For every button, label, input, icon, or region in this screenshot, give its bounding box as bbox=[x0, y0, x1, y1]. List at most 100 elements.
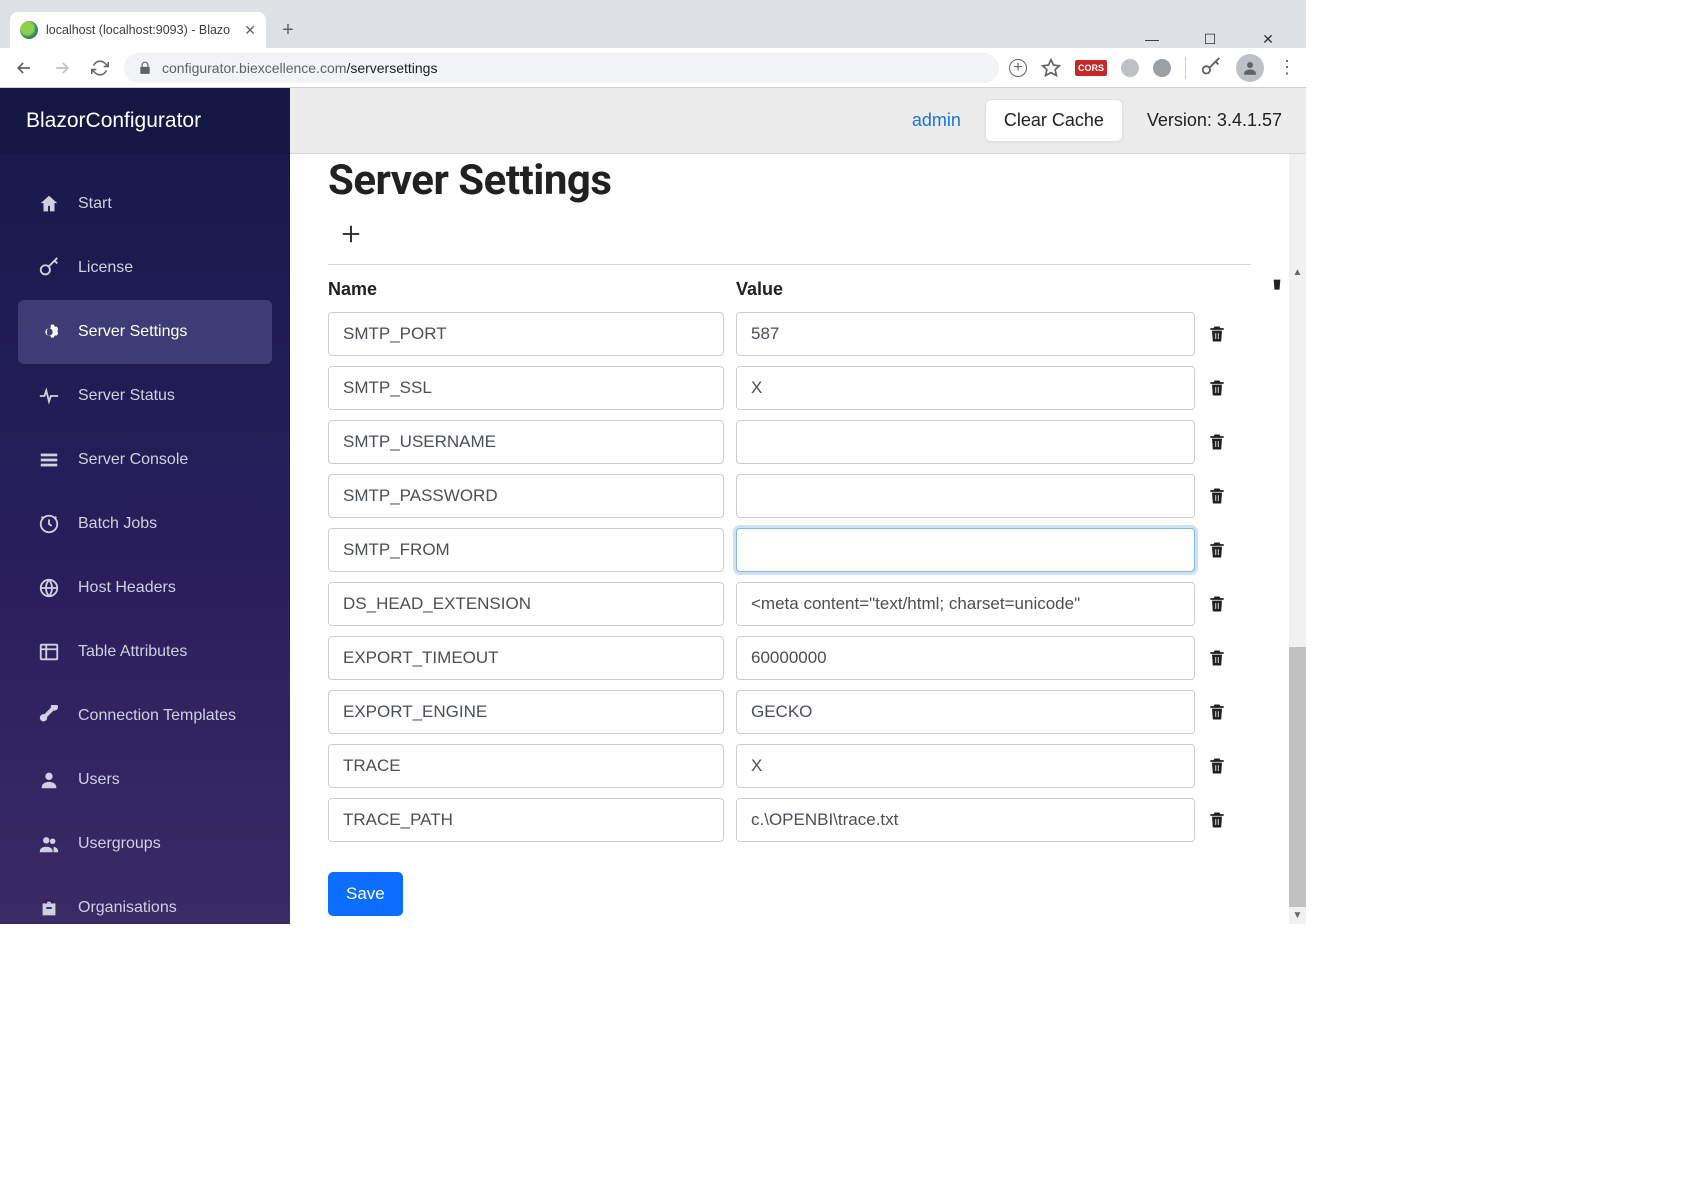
page-title: Server Settings bbox=[328, 156, 1251, 205]
brand-title[interactable]: BlazorConfigurator bbox=[0, 88, 290, 154]
setting-name-input[interactable] bbox=[328, 366, 724, 410]
setting-value-input[interactable] bbox=[736, 474, 1195, 518]
extension-cors-icon[interactable]: CORS bbox=[1075, 60, 1107, 76]
reload-button[interactable] bbox=[86, 54, 114, 82]
setting-value-input[interactable] bbox=[736, 582, 1195, 626]
sidebar-item-label: Table Attributes bbox=[78, 643, 187, 661]
trash-icon[interactable] bbox=[1267, 276, 1287, 290]
delete-row-button[interactable] bbox=[1207, 647, 1251, 669]
sidebar-item-label: Server Settings bbox=[78, 323, 187, 341]
delete-row-button[interactable] bbox=[1207, 485, 1251, 507]
setting-name-input[interactable] bbox=[328, 528, 724, 572]
table-row bbox=[328, 690, 1251, 734]
license-icon bbox=[38, 257, 60, 279]
table-row bbox=[328, 798, 1251, 842]
sidebar-item-server-settings[interactable]: Server Settings bbox=[18, 300, 272, 364]
sidebar-item-label: Batch Jobs bbox=[78, 515, 157, 533]
sidebar-item-table-attributes[interactable]: Table Attributes bbox=[18, 620, 272, 684]
sidebar-item-license[interactable]: License bbox=[18, 236, 272, 300]
organisations-icon bbox=[38, 897, 60, 919]
sidebar-item-label: Host Headers bbox=[78, 579, 176, 597]
sidebar-item-usergroups[interactable]: Usergroups bbox=[18, 812, 272, 876]
sidebar-item-label: Users bbox=[78, 771, 120, 789]
toolbar-right: + CORS ⋮ bbox=[1009, 54, 1296, 82]
key-icon[interactable] bbox=[1200, 57, 1222, 79]
users-icon bbox=[38, 769, 60, 791]
new-tab-button[interactable]: + bbox=[274, 16, 302, 44]
window-controls: — ☐ ✕ bbox=[1132, 23, 1306, 48]
forward-button[interactable] bbox=[48, 54, 76, 82]
setting-value-input[interactable] bbox=[736, 798, 1195, 842]
extension-icon-1[interactable] bbox=[1121, 59, 1139, 77]
setting-name-input[interactable] bbox=[328, 312, 724, 356]
extension-icon-2[interactable] bbox=[1153, 59, 1171, 77]
setting-name-input[interactable] bbox=[328, 744, 724, 788]
zoom-plus-icon[interactable]: + bbox=[1009, 59, 1027, 77]
browser-titlebar: localhost (localhost:9093) - Blazo ✕ + —… bbox=[0, 0, 1306, 48]
minimize-icon[interactable]: — bbox=[1132, 31, 1172, 47]
setting-value-input[interactable] bbox=[736, 366, 1195, 410]
save-button[interactable]: Save bbox=[328, 872, 403, 916]
sidebar-item-host-headers[interactable]: Host Headers bbox=[18, 556, 272, 620]
delete-row-button[interactable] bbox=[1207, 755, 1251, 777]
maximize-icon[interactable]: ☐ bbox=[1190, 31, 1230, 48]
setting-name-input[interactable] bbox=[328, 420, 724, 464]
sidebar-item-batch-jobs[interactable]: Batch Jobs bbox=[18, 492, 272, 556]
server-settings-icon bbox=[38, 321, 60, 343]
scroll-down-icon[interactable]: ▼ bbox=[1289, 907, 1306, 924]
favicon-icon bbox=[20, 21, 38, 39]
sidebar-item-server-status[interactable]: Server Status bbox=[18, 364, 272, 428]
add-button[interactable] bbox=[340, 223, 362, 245]
table-row bbox=[328, 474, 1251, 518]
setting-value-input[interactable] bbox=[736, 690, 1195, 734]
profile-avatar-icon[interactable] bbox=[1236, 54, 1264, 82]
browser-tab[interactable]: localhost (localhost:9093) - Blazo ✕ bbox=[10, 12, 266, 48]
tab-close-icon[interactable]: ✕ bbox=[244, 22, 256, 39]
sidebar-item-start[interactable]: Start bbox=[18, 172, 272, 236]
setting-value-input[interactable] bbox=[736, 420, 1195, 464]
table-row bbox=[328, 582, 1251, 626]
sidebar-item-server-console[interactable]: Server Console bbox=[18, 428, 272, 492]
delete-row-button[interactable] bbox=[1207, 377, 1251, 399]
topbar: admin Clear Cache Version: 3.4.1.57 bbox=[290, 88, 1306, 154]
usergroups-icon bbox=[38, 833, 60, 855]
table-row bbox=[328, 366, 1251, 410]
setting-value-input[interactable] bbox=[736, 636, 1195, 680]
sidebar-item-label: Usergroups bbox=[78, 835, 161, 853]
setting-value-input[interactable] bbox=[736, 312, 1195, 356]
kebab-menu-icon[interactable]: ⋮ bbox=[1278, 57, 1296, 78]
setting-name-input[interactable] bbox=[328, 582, 724, 626]
delete-row-button[interactable] bbox=[1207, 809, 1251, 831]
delete-row-button[interactable] bbox=[1207, 701, 1251, 723]
address-bar[interactable]: configurator.biexcellence.com/serversett… bbox=[124, 53, 999, 83]
delete-row-button[interactable] bbox=[1207, 539, 1251, 561]
delete-row-button[interactable] bbox=[1207, 323, 1251, 345]
star-icon[interactable] bbox=[1041, 58, 1061, 78]
url-host: configurator.biexcellence.com/serversett… bbox=[162, 60, 437, 76]
table-attributes-icon bbox=[38, 641, 60, 663]
setting-name-input[interactable] bbox=[328, 636, 724, 680]
setting-name-input[interactable] bbox=[328, 474, 724, 518]
sidebar-item-organisations[interactable]: Organisations bbox=[18, 876, 272, 924]
admin-link[interactable]: admin bbox=[912, 110, 961, 131]
delete-row-button[interactable] bbox=[1207, 431, 1251, 453]
table-row bbox=[328, 744, 1251, 788]
content-area: Server Settings Name Value bbox=[290, 154, 1289, 924]
setting-name-input[interactable] bbox=[328, 690, 724, 734]
column-value-header: Value bbox=[736, 279, 1195, 300]
sidebar-item-label: Organisations bbox=[78, 899, 177, 917]
sidebar-item-users[interactable]: Users bbox=[18, 748, 272, 812]
close-window-icon[interactable]: ✕ bbox=[1248, 31, 1288, 48]
sidebar-item-label: License bbox=[78, 259, 133, 277]
server-console-icon bbox=[38, 449, 60, 471]
content-scrollbar[interactable]: ▲ ▼ bbox=[1289, 154, 1306, 924]
back-button[interactable] bbox=[10, 54, 38, 82]
sidebar-item-connection-templates[interactable]: Connection Templates bbox=[18, 684, 272, 748]
clear-cache-button[interactable]: Clear Cache bbox=[985, 99, 1123, 142]
setting-name-input[interactable] bbox=[328, 798, 724, 842]
version-label: Version: 3.4.1.57 bbox=[1147, 110, 1282, 131]
toolbar-divider bbox=[1185, 57, 1186, 79]
setting-value-input[interactable] bbox=[736, 528, 1195, 572]
delete-row-button[interactable] bbox=[1207, 593, 1251, 615]
setting-value-input[interactable] bbox=[736, 744, 1195, 788]
